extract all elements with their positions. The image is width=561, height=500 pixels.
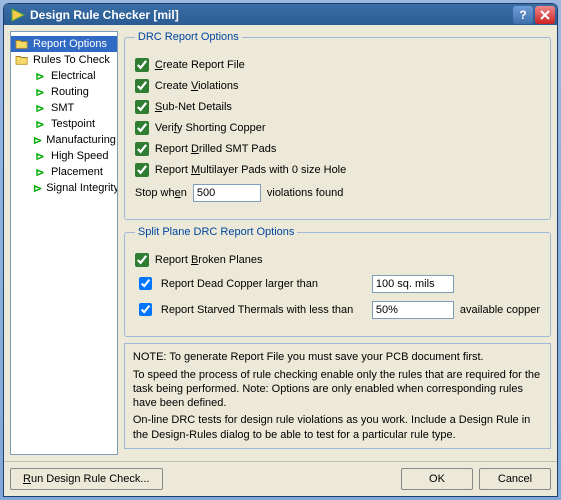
report-starved-thermals-checkbox[interactable] [139,303,152,316]
options-pane: DRC Report Options Create Report File Cr… [124,31,551,455]
run-drc-button[interactable]: Run Design Rule Check... [10,468,163,490]
rule-icon: ⊳ [33,149,47,163]
rule-icon: ⊳ [33,85,47,99]
tree-item-high-speed[interactable]: ⊳ High Speed [11,148,117,164]
tree-item-signal-integrity[interactable]: ⊳ Signal Integrity [11,180,117,196]
drc-report-options-group: DRC Report Options Create Report File Cr… [124,31,551,220]
verify-shorting-copper-check[interactable]: Verify Shorting Copper [135,121,540,135]
tree-item-label: Signal Integrity [46,182,118,194]
client-area: Report OptionsRules To Check⊳Electrical⊳… [4,25,557,461]
stop-when-suffix: violations found [267,187,343,199]
group-legend: DRC Report Options [135,31,242,43]
tree-item-smt[interactable]: ⊳ SMT [11,100,117,116]
note-panel: NOTE: To generate Report File you must s… [124,343,551,449]
rule-icon: ⊳ [33,69,47,83]
tree-item-report-options[interactable]: Report Options [11,36,117,52]
report-drilled-smt-checkbox[interactable] [135,142,149,156]
tree-item-label: Testpoint [51,118,95,130]
rule-icon: ⊳ [33,165,47,179]
create-report-file-check[interactable]: Create Report File [135,58,540,72]
subnet-details-check[interactable]: Sub-Net Details [135,100,540,114]
dead-copper-input[interactable] [372,275,454,293]
stop-when-row: Stop when violations found [135,184,540,202]
help-button[interactable]: ? [513,6,533,24]
titlebar[interactable]: Design Rule Checker [mil] ? [4,4,557,25]
create-violations-check[interactable]: Create Violations [135,79,540,93]
category-tree[interactable]: Report OptionsRules To Check⊳Electrical⊳… [10,31,118,455]
dialog-window: Design Rule Checker [mil] ? Report Optio… [3,3,558,497]
check-label: Report Drilled SMT Pads [155,143,276,155]
tree-item-label: High Speed [51,150,109,162]
folder-icon [15,37,29,51]
tree-item-placement[interactable]: ⊳ Placement [11,164,117,180]
starved-thermals-row: Report Starved Thermals with less than a… [135,300,540,319]
tree-item-label: Placement [51,166,103,178]
rule-icon: ⊳ [33,117,47,131]
app-icon [10,7,26,23]
starved-thermals-suffix: available copper [460,304,540,316]
group-legend: Split Plane DRC Report Options [135,226,298,238]
create-report-file-checkbox[interactable] [135,58,149,72]
dead-copper-row: Report Dead Copper larger than [135,274,540,293]
tree-item-label: Electrical [51,70,96,82]
tree-item-label: Report Options [33,38,107,50]
verify-shorting-copper-checkbox[interactable] [135,121,149,135]
rule-icon: ⊳ [33,133,42,147]
create-violations-checkbox[interactable] [135,79,149,93]
tree-item-electrical[interactable]: ⊳ Electrical [11,68,117,84]
stop-when-input[interactable] [193,184,261,202]
split-plane-group: Split Plane DRC Report Options Report Br… [124,226,551,337]
cancel-button[interactable]: Cancel [479,468,551,490]
report-broken-planes-check[interactable]: Report Broken Planes [135,253,540,267]
report-dead-copper-checkbox[interactable] [139,277,152,290]
report-multilayer-checkbox[interactable] [135,163,149,177]
check-label: Sub-Net Details [155,101,232,113]
note-line: NOTE: To generate Report File you must s… [133,350,542,364]
check-label: Create Report File [155,59,245,71]
dead-copper-label: Report Dead Copper larger than [161,278,366,290]
tree-item-label: Routing [51,86,89,98]
report-broken-planes-checkbox[interactable] [135,253,149,267]
tree-item-routing[interactable]: ⊳ Routing [11,84,117,100]
tree-item-rules-to-check[interactable]: Rules To Check [11,52,117,68]
folder-icon [15,53,29,67]
check-label: Report Broken Planes [155,254,263,266]
close-button[interactable] [535,6,555,24]
tree-item-label: Rules To Check [33,54,110,66]
tree-item-label: Manufacturing [46,134,116,146]
tree-item-manufacturing[interactable]: ⊳ Manufacturing [11,132,117,148]
starved-thermals-input[interactable] [372,301,454,319]
tree-item-testpoint[interactable]: ⊳ Testpoint [11,116,117,132]
note-line: To speed the process of rule checking en… [133,368,542,411]
stop-when-label: Stop when [135,187,187,199]
check-label: Verify Shorting Copper [155,122,266,134]
starved-thermals-label: Report Starved Thermals with less than [161,304,366,316]
rule-icon: ⊳ [33,101,47,115]
check-label: Report Multilayer Pads with 0 size Hole [155,164,346,176]
report-drilled-smt-check[interactable]: Report Drilled SMT Pads [135,142,540,156]
subnet-details-checkbox[interactable] [135,100,149,114]
tree-item-label: SMT [51,102,74,114]
note-line: On-line DRC tests for design rule violat… [133,413,542,442]
dialog-button-bar: Run Design Rule Check... OK Cancel [4,461,557,496]
report-multilayer-check[interactable]: Report Multilayer Pads with 0 size Hole [135,163,540,177]
rule-icon: ⊳ [33,181,42,195]
window-title: Design Rule Checker [mil] [30,8,511,22]
ok-button[interactable]: OK [401,468,473,490]
check-label: Create Violations [155,80,239,92]
